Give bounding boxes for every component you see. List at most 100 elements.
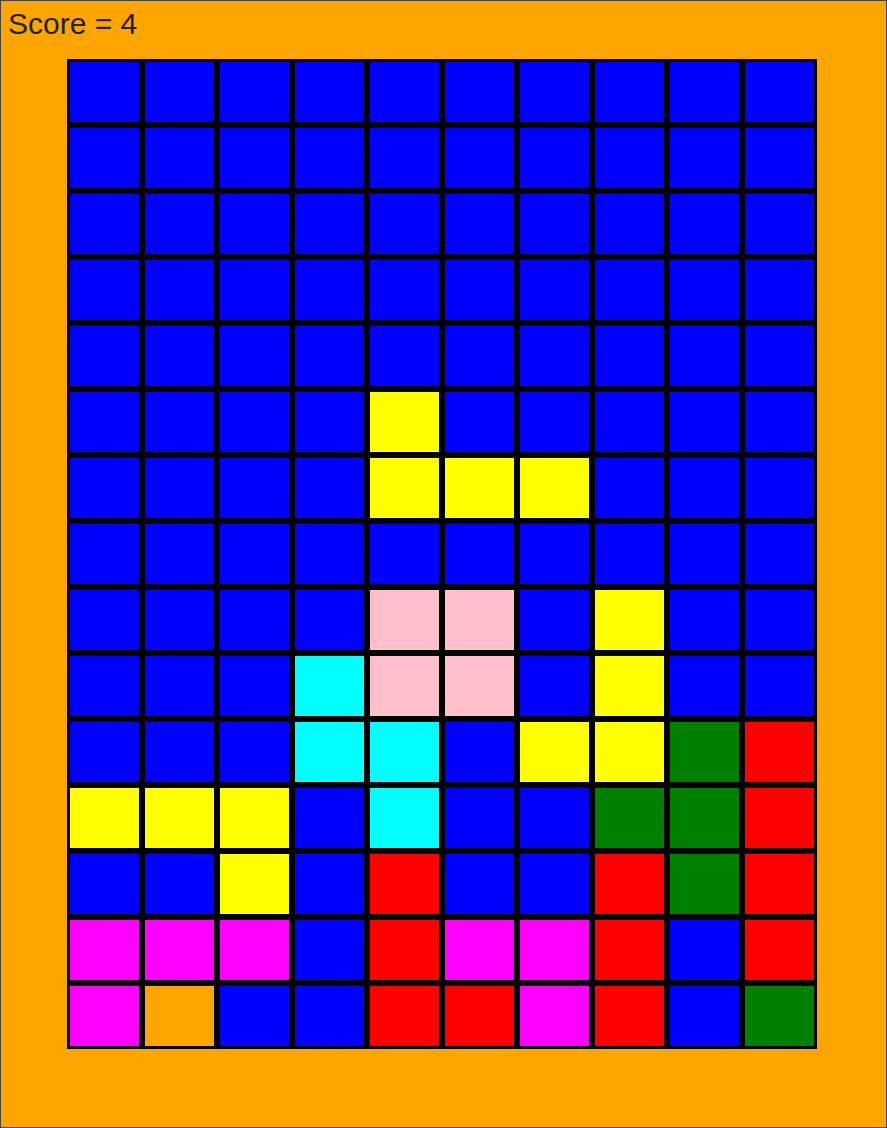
- board-cell: [520, 392, 589, 452]
- board-cell: [670, 392, 739, 452]
- board-cell: [370, 656, 439, 716]
- board-cell: [745, 260, 814, 320]
- board-cell: [70, 128, 139, 188]
- board-cell: [670, 722, 739, 782]
- board-cell: [745, 524, 814, 584]
- board-cell: [445, 590, 514, 650]
- board-cell: [145, 656, 214, 716]
- board-cell: [370, 326, 439, 386]
- board-cell: [220, 392, 289, 452]
- board-cell: [670, 62, 739, 122]
- board-cell: [220, 326, 289, 386]
- board-cell: [745, 128, 814, 188]
- board-cell: [745, 656, 814, 716]
- board-cell: [445, 656, 514, 716]
- board-cell: [145, 722, 214, 782]
- board-cell: [370, 854, 439, 914]
- tetris-board[interactable]: [67, 59, 817, 1049]
- board-cell: [220, 920, 289, 980]
- board-cell: [445, 392, 514, 452]
- board-cell: [370, 62, 439, 122]
- board-cell: [145, 788, 214, 848]
- board-cell: [220, 854, 289, 914]
- board-cell: [595, 656, 664, 716]
- board-cell: [745, 194, 814, 254]
- board-cell: [520, 326, 589, 386]
- board-cell: [670, 854, 739, 914]
- board-cell: [445, 458, 514, 518]
- board-cell: [745, 722, 814, 782]
- board-cell: [520, 458, 589, 518]
- board-cell: [520, 788, 589, 848]
- board-cell: [220, 62, 289, 122]
- board-cell: [445, 524, 514, 584]
- board-cell: [520, 260, 589, 320]
- board-cell: [220, 260, 289, 320]
- board-cell: [595, 128, 664, 188]
- board-cell: [520, 920, 589, 980]
- board-cell: [745, 590, 814, 650]
- board-cell: [445, 854, 514, 914]
- board-cell: [70, 458, 139, 518]
- board-cell: [745, 458, 814, 518]
- board-cell: [295, 788, 364, 848]
- board-cell: [370, 194, 439, 254]
- board-cell: [145, 392, 214, 452]
- board-cell: [670, 326, 739, 386]
- board-cell: [595, 788, 664, 848]
- board-cell: [295, 920, 364, 980]
- board-cell: [520, 656, 589, 716]
- board-cell: [745, 986, 814, 1046]
- board-cell: [295, 458, 364, 518]
- board-cell: [520, 524, 589, 584]
- board-cell: [595, 590, 664, 650]
- board-cell: [220, 128, 289, 188]
- board-cell: [445, 986, 514, 1046]
- board-cell: [370, 524, 439, 584]
- board-cell: [445, 326, 514, 386]
- board-cell: [670, 920, 739, 980]
- board-cell: [595, 260, 664, 320]
- board-cell: [595, 986, 664, 1046]
- board-cell: [370, 722, 439, 782]
- board-cell: [70, 920, 139, 980]
- board-cell: [70, 854, 139, 914]
- board-cell: [745, 854, 814, 914]
- board-cell: [70, 62, 139, 122]
- board-cell: [670, 524, 739, 584]
- board-cell: [445, 722, 514, 782]
- board-cell: [670, 788, 739, 848]
- board-cell: [145, 326, 214, 386]
- board-cell: [370, 458, 439, 518]
- board-cell: [145, 920, 214, 980]
- board-cell: [745, 62, 814, 122]
- board-cell: [595, 722, 664, 782]
- board-cell: [445, 194, 514, 254]
- board-cell: [220, 986, 289, 1046]
- board-cell: [295, 260, 364, 320]
- board-cell: [445, 260, 514, 320]
- board-cell: [70, 722, 139, 782]
- board-cell: [295, 656, 364, 716]
- board-cell: [370, 590, 439, 650]
- board-cell: [295, 590, 364, 650]
- board-cell: [670, 656, 739, 716]
- board-cell: [70, 590, 139, 650]
- board-cell: [145, 590, 214, 650]
- board-cell: [145, 458, 214, 518]
- board-cell: [295, 194, 364, 254]
- board-cell: [445, 920, 514, 980]
- board-cell: [520, 194, 589, 254]
- board-cell: [670, 458, 739, 518]
- board-cell: [295, 326, 364, 386]
- board-cell: [220, 722, 289, 782]
- board-cell: [295, 854, 364, 914]
- board-cell: [295, 722, 364, 782]
- board-cell: [70, 194, 139, 254]
- board-cell: [70, 788, 139, 848]
- board-cell: [595, 62, 664, 122]
- board-cell: [595, 392, 664, 452]
- board-cell: [595, 326, 664, 386]
- board-cell: [670, 260, 739, 320]
- board-cell: [745, 392, 814, 452]
